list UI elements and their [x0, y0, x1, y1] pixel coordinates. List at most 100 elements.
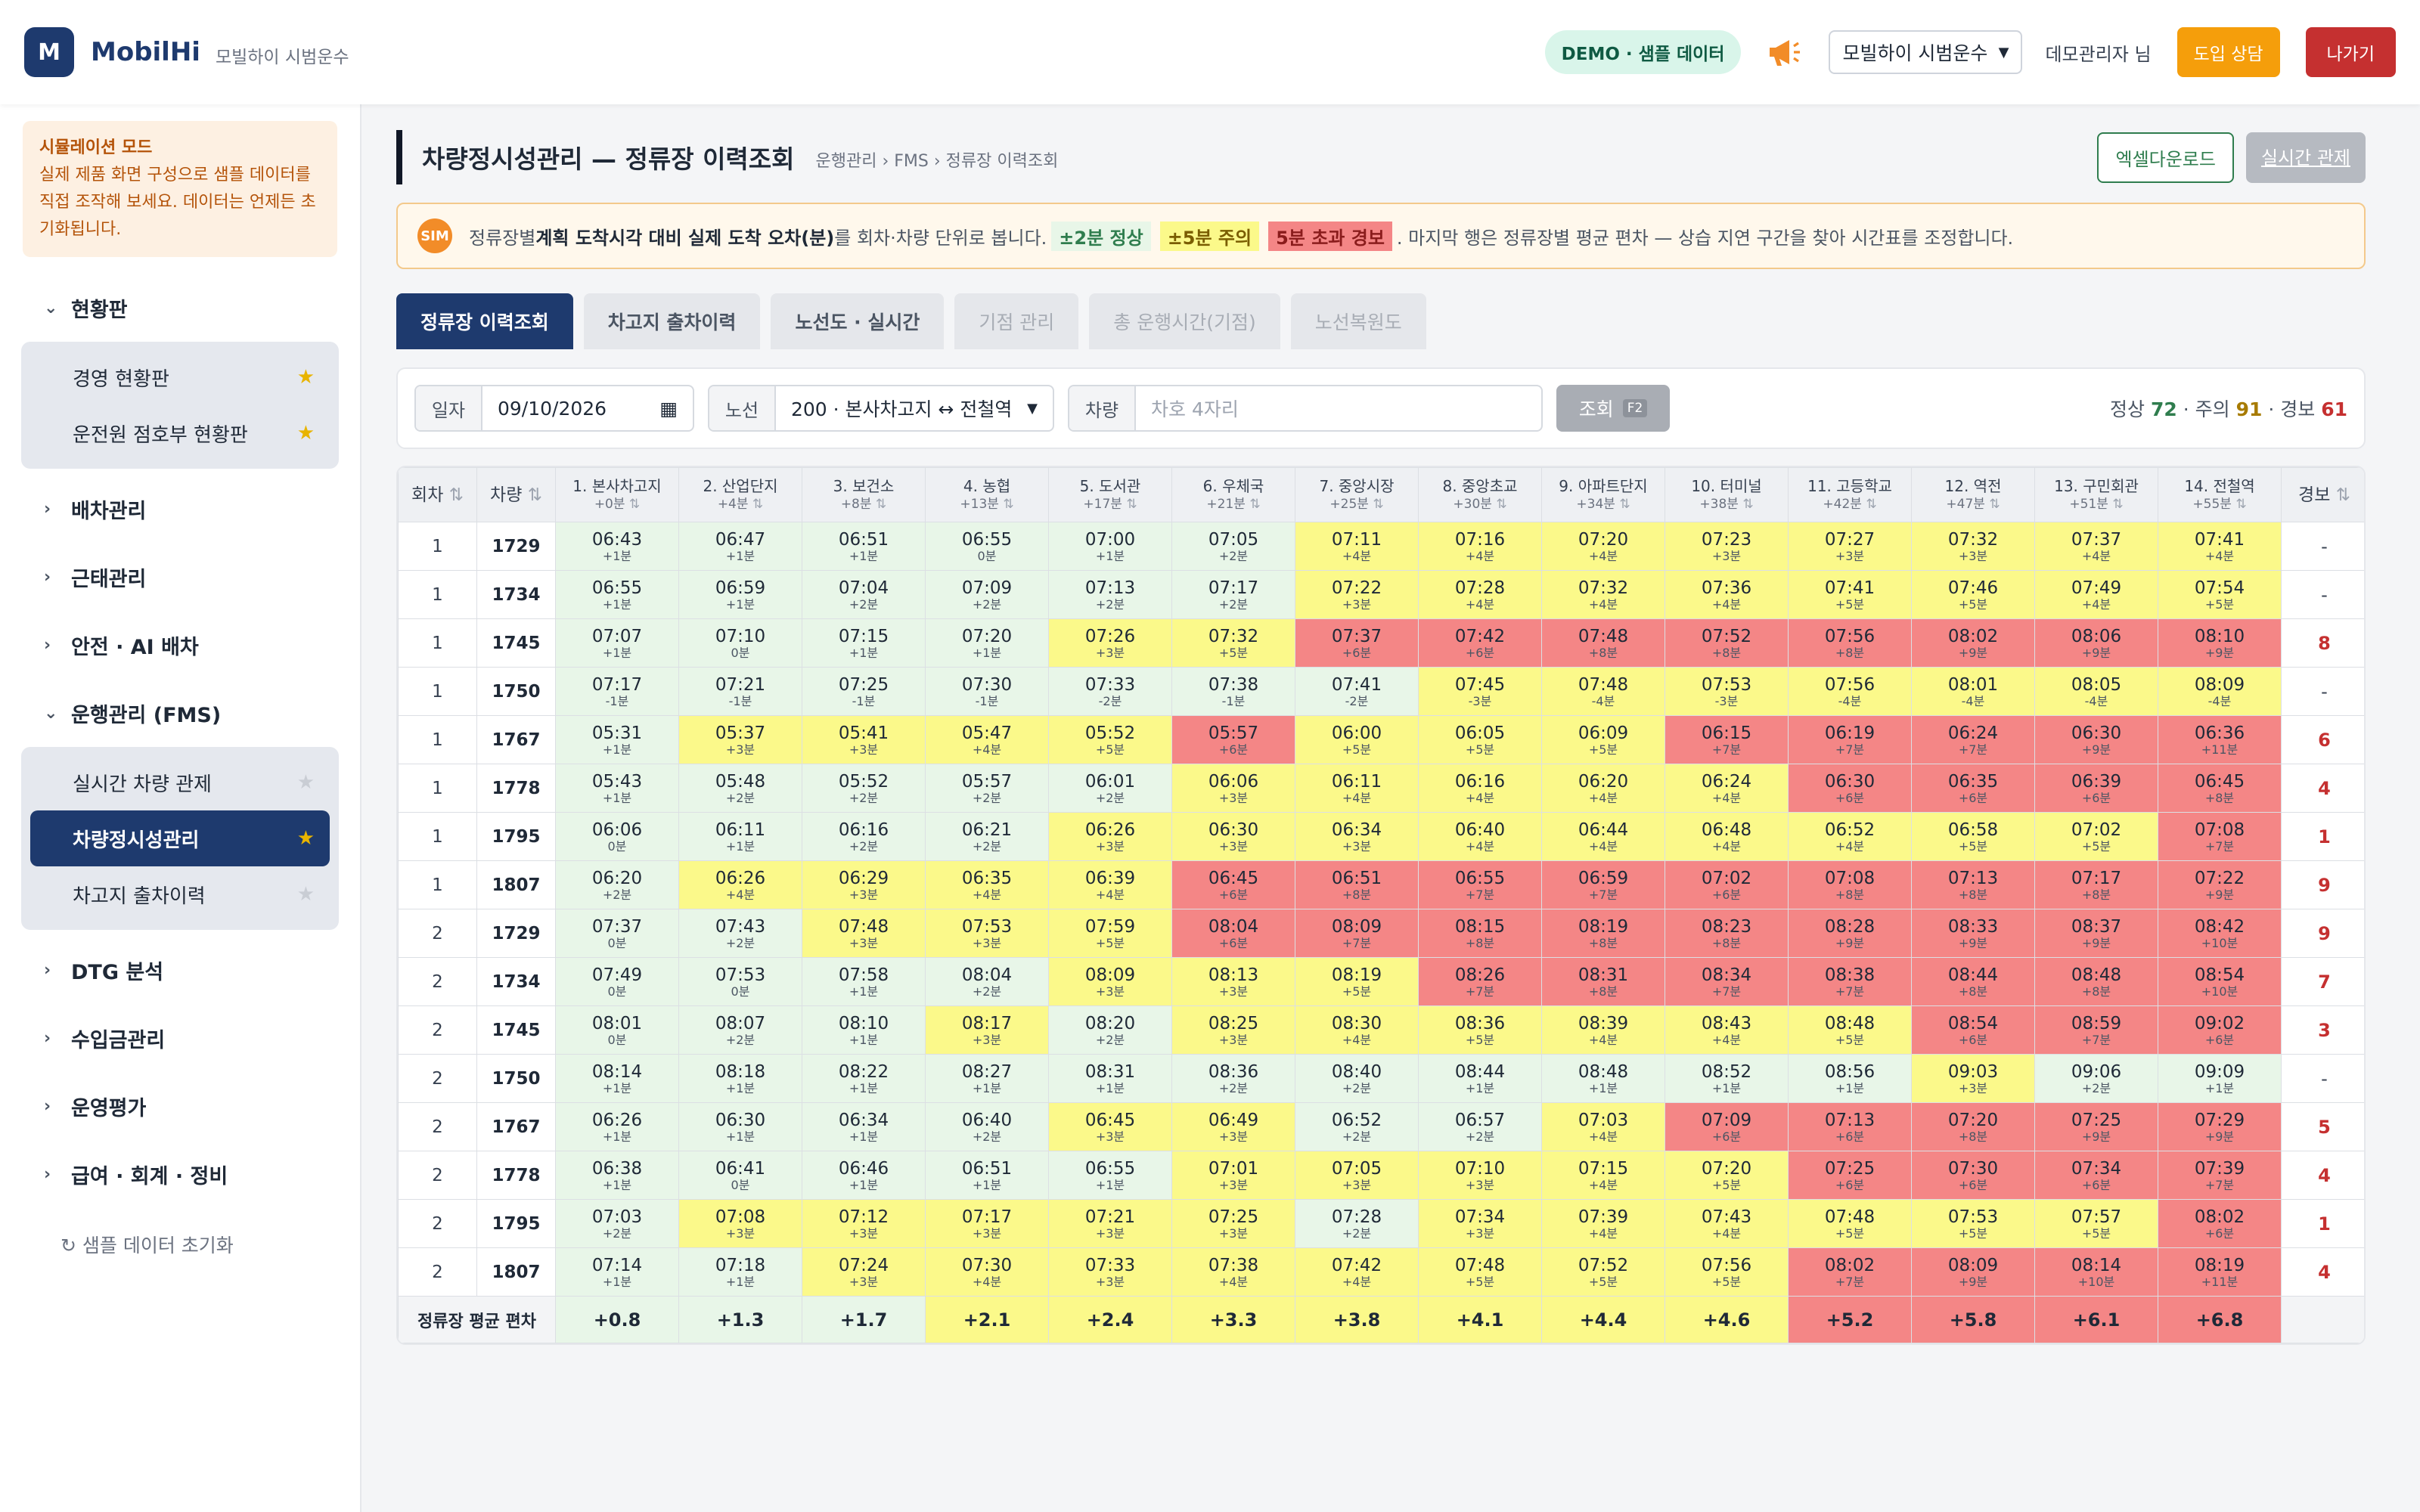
cell-arrival: 07:21 +3분 [1048, 1199, 1172, 1248]
table-row[interactable]: 2 1729 07:37 0분 07:43 +2분 07:48 +3분 07:53 +3분 07:5… [398, 909, 2364, 958]
star-icon[interactable]: ★ [297, 827, 315, 850]
route-select[interactable]: 200 · 본사차고지 ↔ 전철역 ▼ [776, 386, 1053, 430]
table-row[interactable]: 2 1807 07:14 +1분 07:18 +1분 07:24 +3분 07:30 +4분 07:… [398, 1247, 2364, 1297]
table-row[interactable]: 2 1767 06:26 +1분 06:30 +1분 06:34 +1분 06:40 +2분 06:… [398, 1102, 2364, 1151]
excel-download-button[interactable]: 엑셀다운로드 [2097, 132, 2234, 183]
sort-icon[interactable]: ⇅ [2330, 485, 2350, 505]
tab-depot-history[interactable]: 차고지 출차이력 [583, 293, 761, 349]
table-row[interactable]: 1 1767 05:31 +1분 05:37 +3분 05:41 +3분 05:47 +4분 05:… [398, 715, 2364, 764]
col-stop[interactable]: 1. 본사차고지 +0분 ⇅ [555, 467, 679, 522]
col-stop[interactable]: 12. 역전 +47분 ⇅ [1911, 467, 2035, 522]
col-run[interactable]: 회차 ⇅ [398, 467, 477, 522]
table-row[interactable]: 2 1795 07:03 +2분 07:08 +3분 07:12 +3분 07:17 +3분 07:… [398, 1199, 2364, 1248]
sort-icon[interactable]: ⇅ [2108, 497, 2123, 512]
col-stop[interactable]: 14. 전철역 +55분 ⇅ [2158, 467, 2282, 522]
cell-arrival: 07:41 +5분 [1788, 570, 1912, 619]
table-row[interactable]: 1 1734 06:55 +1분 06:59 +1분 07:04 +2분 07:09 +2분 07:… [398, 570, 2364, 619]
nav-group-fms[interactable]: ⌄ 운행관리 (FMS) [0, 679, 360, 747]
table-row[interactable]: 2 1750 08:14 +1분 08:18 +1분 08:22 +1분 08:27 +1분 08:… [398, 1054, 2364, 1103]
col-bus[interactable]: 차량 ⇅ [476, 467, 556, 522]
sort-icon[interactable]: ⇅ [749, 497, 763, 512]
cell-run: 2 [398, 1054, 477, 1103]
sidebar-item-realtime-control[interactable]: 실시간 차량 관제 ★ [30, 754, 330, 810]
sort-icon[interactable]: ⇅ [1615, 497, 1630, 512]
cell-arrival: 07:03 +4분 [1541, 1102, 1665, 1151]
nav-group-dashboard[interactable]: ⌄ 현황판 [0, 274, 360, 342]
tab-terminal-manage[interactable]: 기점 관리 [954, 293, 1079, 349]
sort-icon[interactable]: ⇅ [1246, 497, 1260, 512]
col-stop[interactable]: 4. 농협 +13분 ⇅ [925, 467, 1049, 522]
col-stop[interactable]: 13. 구민회관 +51분 ⇅ [2034, 467, 2158, 522]
tab-stop-history[interactable]: 정류장 이력조회 [396, 293, 573, 349]
query-button[interactable]: 조회 F2 [1556, 385, 1670, 432]
nav-group-dtg[interactable]: › DTG 분석 [0, 936, 360, 1004]
sort-icon[interactable]: ⇅ [1739, 497, 1753, 512]
cell-arrival: 08:39 +4분 [1541, 1005, 1665, 1055]
nav-group-revenue[interactable]: › 수입금관리 [0, 1004, 360, 1072]
sidebar-item-punctuality[interactable]: 차량정시성관리 ★ [30, 810, 330, 866]
calendar-icon[interactable]: ▦ [659, 398, 678, 420]
star-icon[interactable]: ★ [297, 422, 315, 445]
realtime-control-button[interactable]: 실시간 관제 [2245, 132, 2366, 183]
sort-icon[interactable]: ⇅ [443, 485, 464, 505]
cell-arrival: 07:17 -1분 [555, 667, 679, 716]
cell-arrival: 06:09 +5분 [1541, 715, 1665, 764]
sidebar-item-exec-dashboard[interactable]: 경영 현황판 ★ [30, 349, 330, 405]
sidebar-item-depot-departures[interactable]: 차고지 출차이력 ★ [30, 866, 330, 922]
nav-group-safety-ai[interactable]: › 안전 · AI 배차 [0, 611, 360, 679]
tab-route-map[interactable]: 노선도 · 실시간 [771, 293, 945, 349]
company-select[interactable]: 모빌하이 시범운수 ▼ [1829, 30, 2023, 74]
table-row[interactable]: 2 1778 06:38 +1분 06:41 0분 06:46 +1분 06:51 +1분 06:5… [398, 1151, 2364, 1200]
nav-group-dispatch[interactable]: › 배차관리 [0, 475, 360, 543]
cell-arrival: 07:09 +2분 [925, 570, 1049, 619]
col-stop[interactable]: 8. 중앙초교 +30분 ⇅ [1418, 467, 1542, 522]
sort-icon[interactable]: ⇅ [522, 485, 542, 505]
col-stop[interactable]: 9. 아파트단지 +34분 ⇅ [1541, 467, 1665, 522]
sort-icon[interactable]: ⇅ [1122, 497, 1137, 512]
consult-button[interactable]: 도입 상담 [2176, 27, 2280, 77]
col-stop[interactable]: 11. 고등학교 +42분 ⇅ [1788, 467, 1912, 522]
table-row[interactable]: 1 1795 06:06 0분 06:11 +1분 06:16 +2분 06:21 +2분 06:2… [398, 812, 2364, 861]
star-icon[interactable]: ★ [297, 771, 315, 794]
sort-icon[interactable]: ⇅ [1985, 497, 2000, 512]
tab-total-runtime[interactable]: 총 운행시간(기점) [1089, 293, 1280, 349]
cell-alert-count: 3 [2281, 1005, 2364, 1055]
col-stop[interactable]: 3. 보건소 +8분 ⇅ [802, 467, 926, 522]
reset-sample-data[interactable]: ↻ 샘플 데이터 초기화 [0, 1231, 360, 1258]
star-icon[interactable]: ★ [297, 883, 315, 906]
nav-group-payroll[interactable]: › 급여 · 회계 · 정비 [0, 1140, 360, 1208]
star-icon[interactable]: ★ [297, 366, 315, 389]
sort-icon[interactable]: ⇅ [999, 497, 1013, 512]
table-row[interactable]: 1 1729 06:43 +1분 06:47 +1분 06:51 +1분 06:55 0분 07:0… [398, 522, 2364, 571]
sort-icon[interactable]: ⇅ [2232, 497, 2246, 512]
exit-button[interactable]: 나가기 [2305, 27, 2396, 77]
sort-icon[interactable]: ⇅ [625, 497, 640, 512]
col-stop[interactable]: 10. 터미널 +38분 ⇅ [1665, 467, 1789, 522]
col-stop[interactable]: 2. 산업단지 +4분 ⇅ [678, 467, 802, 522]
nav-group-attendance[interactable]: › 근태관리 [0, 543, 360, 611]
tab-route-restore[interactable]: 노선복원도 [1290, 293, 1426, 349]
cell-alert-count: 4 [2281, 1151, 2364, 1200]
bus-input[interactable]: 차호 4자리 [1136, 386, 1541, 430]
sidebar-item-driver-rollcall[interactable]: 운전원 점호부 현황판 ★ [30, 405, 330, 461]
sort-icon[interactable]: ⇅ [872, 497, 886, 512]
col-alert[interactable]: 경보 ⇅ [2281, 467, 2364, 522]
table-row[interactable]: 1 1778 05:43 +1분 05:48 +2분 05:52 +2분 05:57 +2분 06:… [398, 764, 2364, 813]
table-row[interactable]: 2 1734 07:49 0분 07:53 0분 07:58 +1분 08:04 +2분 08:09… [398, 957, 2364, 1006]
date-input[interactable]: 09/10/2026 ▦ [482, 386, 693, 430]
cell-average: +0.8 [555, 1296, 679, 1343]
nav-group-evaluation[interactable]: › 운영평가 [0, 1072, 360, 1140]
col-stop[interactable]: 5. 도서관 +17분 ⇅ [1048, 467, 1172, 522]
col-stop[interactable]: 6. 우체국 +21분 ⇅ [1171, 467, 1295, 522]
col-stop[interactable]: 7. 중앙시장 +25분 ⇅ [1295, 467, 1419, 522]
sort-icon[interactable]: ⇅ [1369, 497, 1383, 512]
table-row[interactable]: 1 1750 07:17 -1분 07:21 -1분 07:25 -1분 07:30 -1분 07:… [398, 667, 2364, 716]
app-logo[interactable]: M [24, 27, 74, 77]
megaphone-icon[interactable] [1767, 37, 1803, 67]
cell-run: 2 [398, 909, 477, 958]
table-row[interactable]: 2 1745 08:01 0분 08:07 +2분 08:10 +1분 08:17 +3분 08:2… [398, 1005, 2364, 1055]
sort-icon[interactable]: ⇅ [1862, 497, 1876, 512]
sort-icon[interactable]: ⇅ [1492, 497, 1506, 512]
table-row[interactable]: 1 1745 07:07 +1분 07:10 0분 07:15 +1분 07:20 +1분 07:2… [398, 618, 2364, 668]
table-row[interactable]: 1 1807 06:20 +2분 06:26 +4분 06:29 +3분 06:35 +4분 06:… [398, 860, 2364, 909]
